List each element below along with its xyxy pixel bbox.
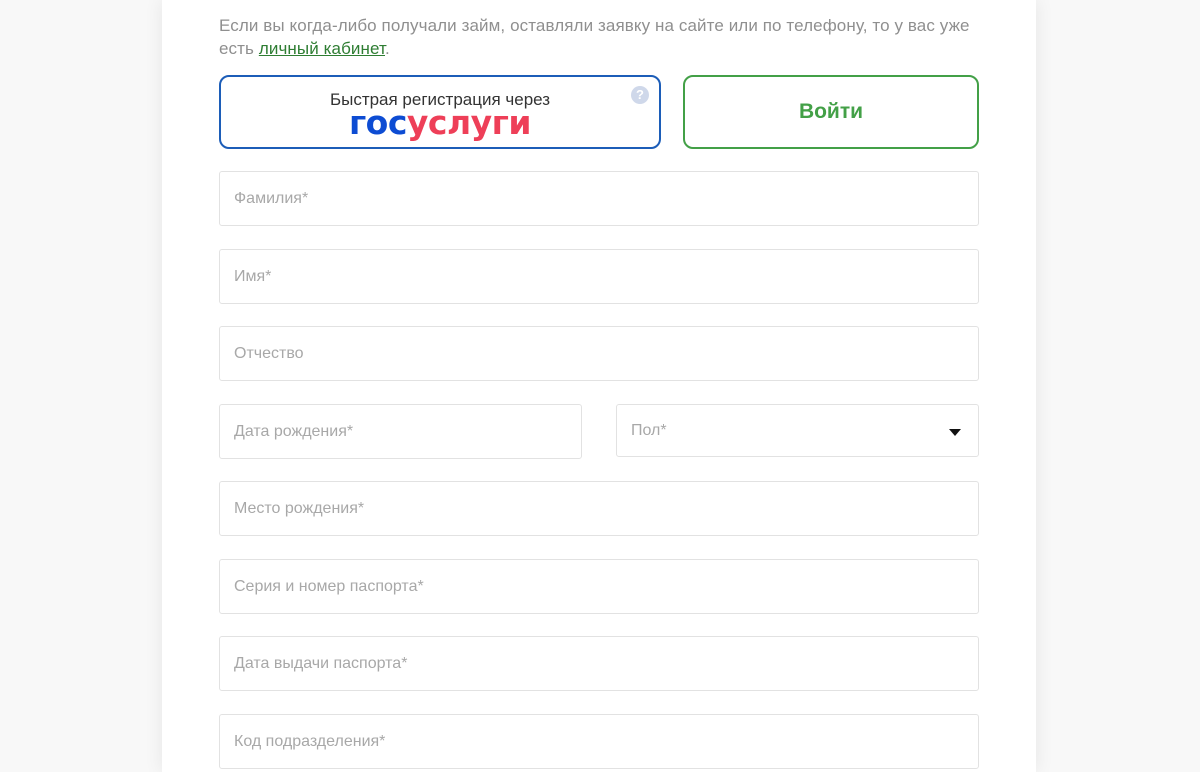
gosuslugi-logo-part-2: услуги — [406, 103, 532, 142]
first-name-field[interactable]: Имя* — [219, 249, 979, 304]
gosuslugi-register-button[interactable]: Быстрая регистрация через госуслуги ? — [219, 75, 661, 149]
last-name-field[interactable]: Фамилия* — [219, 171, 979, 226]
birth-place-field[interactable]: Место рождения* — [219, 481, 979, 536]
gender-select[interactable]: Пол* — [616, 404, 979, 457]
chevron-down-icon — [949, 429, 961, 436]
passport-number-field[interactable]: Серия и номер паспорта* — [219, 559, 979, 614]
gosuslugi-logo-part-1: гос — [348, 103, 407, 142]
division-code-field[interactable]: Код подразделения* — [219, 714, 979, 769]
personal-account-link[interactable]: личный кабинет — [259, 39, 385, 58]
passport-issue-date-field[interactable]: Дата выдачи паспорта* — [219, 636, 979, 691]
help-icon[interactable]: ? — [631, 86, 649, 104]
middle-name-field[interactable]: Отчество — [219, 326, 979, 381]
birth-date-field[interactable]: Дата рождения* — [219, 404, 582, 459]
gender-select-label: Пол* — [631, 422, 667, 439]
intro-text: Если вы когда-либо получали займ, оставл… — [219, 14, 979, 60]
intro-text-after-link: . — [385, 39, 390, 58]
login-button[interactable]: Войти — [683, 75, 979, 149]
gosuslugi-logo: госуслуги — [221, 103, 659, 143]
